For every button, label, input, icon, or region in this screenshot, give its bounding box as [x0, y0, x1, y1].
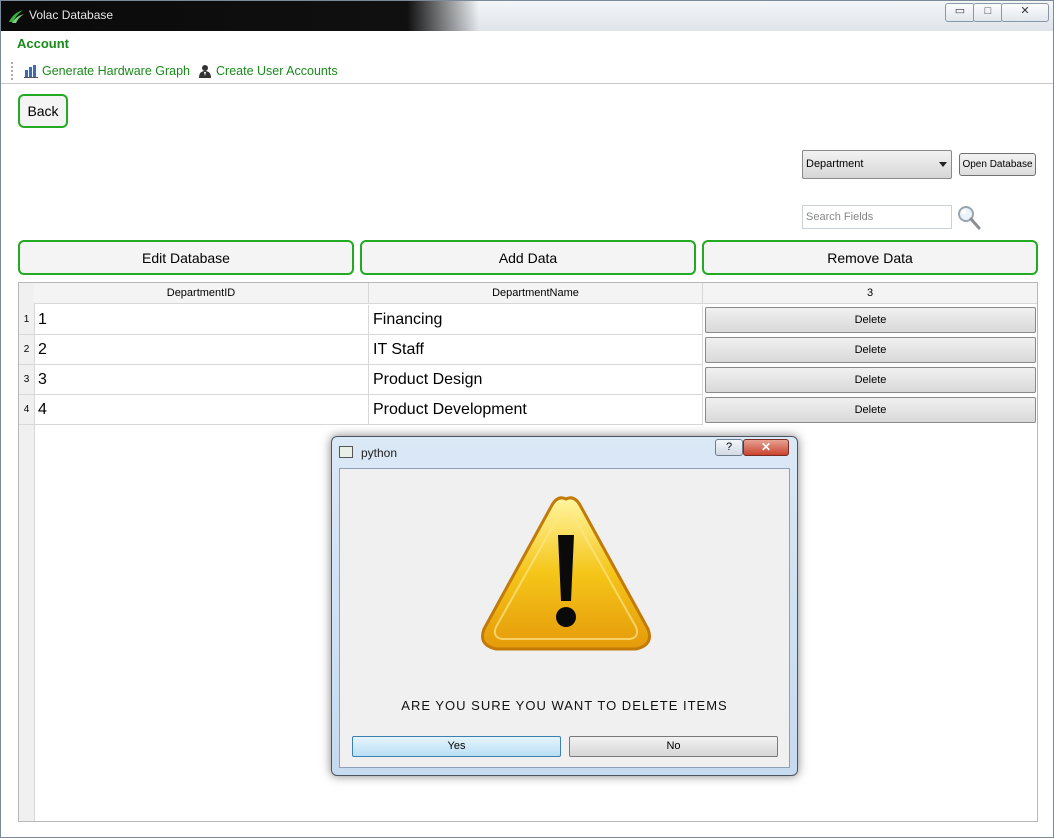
- user-icon: [199, 65, 211, 78]
- row-number[interactable]: 1: [19, 305, 34, 335]
- back-button[interactable]: Back: [18, 94, 68, 128]
- chevron-down-icon: [939, 162, 947, 167]
- menu-account[interactable]: Account: [17, 36, 69, 51]
- cell-department-name[interactable]: Product Design: [369, 365, 703, 395]
- maximize-button[interactable]: □: [973, 3, 1003, 22]
- cell-department-id[interactable]: 3: [34, 365, 369, 395]
- confirm-delete-dialog: python ? ✕ ARE YOU SURE YOU WANT TO DELE…: [331, 436, 798, 776]
- create-user-accounts-label: Create User Accounts: [216, 64, 338, 78]
- open-database-button[interactable]: Open Database: [959, 153, 1036, 176]
- generate-hardware-graph-label: Generate Hardware Graph: [42, 64, 190, 78]
- cell-department-name[interactable]: IT Staff: [369, 335, 703, 365]
- row-number[interactable]: 4: [19, 395, 34, 425]
- column-header-departmentname[interactable]: DepartmentName: [369, 283, 703, 304]
- no-button[interactable]: No: [569, 736, 778, 757]
- cell-department-id[interactable]: 2: [34, 335, 369, 365]
- toolbar-divider: [1, 83, 1053, 84]
- title-bar: Volac Database ▭ □ ✕: [1, 1, 1053, 31]
- search-input[interactable]: [802, 205, 952, 229]
- cell-department-name[interactable]: Product Development: [369, 395, 703, 425]
- yes-button[interactable]: Yes: [352, 736, 561, 757]
- toolbar-grip[interactable]: [11, 62, 16, 80]
- toolbar: Generate Hardware Graph Create User Acco…: [11, 60, 346, 82]
- dropdown-value: Department: [806, 158, 864, 170]
- dialog-message: ARE YOU SURE YOU WANT TO DELETE ITEMS: [401, 698, 728, 713]
- app-logo-icon: [9, 10, 24, 23]
- generate-hardware-graph-action[interactable]: Generate Hardware Graph: [24, 64, 190, 78]
- delete-button[interactable]: Delete: [705, 307, 1036, 333]
- delete-button[interactable]: Delete: [705, 337, 1036, 363]
- create-user-accounts-action[interactable]: Create User Accounts: [198, 64, 338, 78]
- window-title: Volac Database: [29, 8, 114, 22]
- row-number[interactable]: 3: [19, 365, 34, 395]
- cell-department-name[interactable]: Financing: [369, 305, 703, 335]
- remove-data-button[interactable]: Remove Data: [702, 240, 1038, 275]
- dialog-close-button[interactable]: ✕: [743, 439, 789, 456]
- dialog-title: python: [361, 446, 398, 460]
- close-button[interactable]: ✕: [1001, 3, 1049, 22]
- delete-button[interactable]: Delete: [705, 367, 1036, 393]
- dialog-help-button[interactable]: ?: [715, 439, 743, 456]
- minimize-button[interactable]: ▭: [945, 3, 975, 22]
- table-select-dropdown[interactable]: Department: [802, 150, 952, 179]
- cell-department-id[interactable]: 4: [34, 395, 369, 425]
- search-icon[interactable]: [957, 205, 981, 231]
- column-header-action[interactable]: 3: [703, 283, 1037, 304]
- main-window: Volac Database ▭ □ ✕ Account Generate Ha…: [0, 0, 1054, 838]
- dialog-app-icon: [339, 446, 353, 458]
- add-data-button[interactable]: Add Data: [360, 240, 696, 275]
- dialog-body: ARE YOU SURE YOU WANT TO DELETE ITEMS Ye…: [339, 468, 790, 768]
- delete-button[interactable]: Delete: [705, 397, 1036, 423]
- edit-database-button[interactable]: Edit Database: [18, 240, 354, 275]
- row-number[interactable]: 2: [19, 335, 34, 365]
- warning-icon: [481, 496, 651, 651]
- bar-chart-icon: [24, 65, 38, 78]
- column-header-departmentid[interactable]: DepartmentID: [34, 283, 369, 304]
- cell-department-id[interactable]: 1: [34, 305, 369, 335]
